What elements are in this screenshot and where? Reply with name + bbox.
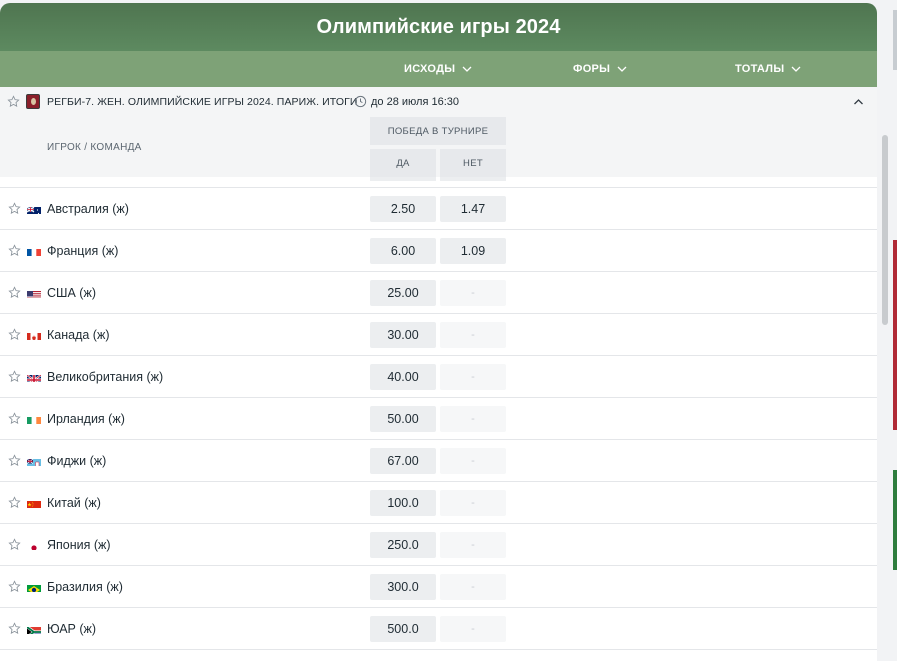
odd-no-button[interactable]: 1.09: [440, 238, 506, 264]
star-icon[interactable]: [8, 412, 21, 430]
tab-outcomes[interactable]: ИСХОДЫ: [404, 51, 473, 87]
side-banner-edge: [893, 470, 897, 570]
star-icon[interactable]: [8, 622, 21, 640]
chevron-down-icon: [617, 66, 627, 72]
tab-outcomes-label: ИСХОДЫ: [404, 63, 456, 75]
odd-yes-button[interactable]: 67.00: [370, 448, 436, 474]
table-row: ЮАР (ж) 500.0-: [0, 608, 877, 650]
team-name[interactable]: Канада (ж): [47, 328, 110, 342]
team-name[interactable]: Франция (ж): [47, 244, 118, 258]
table-row: Ирландия (ж) 50.00-: [0, 398, 877, 440]
odd-no-button: -: [440, 322, 506, 348]
star-icon[interactable]: [8, 370, 21, 388]
odd-no-button: -: [440, 280, 506, 306]
flag-ca-icon: [27, 330, 41, 340]
chevron-down-icon: [462, 66, 472, 72]
table-row: Фиджи (ж) 67.00-: [0, 440, 877, 482]
flag-fr-icon: [27, 246, 41, 256]
team-name[interactable]: Австралия (ж): [47, 202, 129, 216]
team-name[interactable]: Великобритания (ж): [47, 370, 163, 384]
tab-totals-label: ТОТАЛЫ: [735, 63, 785, 75]
rugby-flag-icon: [26, 94, 40, 109]
flag-cn-icon: [27, 498, 41, 508]
team-name[interactable]: Китай (ж): [47, 496, 101, 510]
star-icon[interactable]: [8, 244, 21, 262]
page-header: Олимпийские игры 2024: [0, 3, 877, 51]
odd-no-button: -: [440, 490, 506, 516]
header-spacer: [0, 177, 877, 188]
odd-yes-button[interactable]: 100.0: [370, 490, 436, 516]
flag-ie-icon: [27, 414, 41, 424]
star-icon[interactable]: [8, 328, 21, 346]
odd-yes-button[interactable]: 50.00: [370, 406, 436, 432]
flag-jp-icon: [27, 540, 41, 550]
odd-yes-button[interactable]: 2.50: [370, 196, 436, 222]
no-column-label: НЕТ: [440, 149, 506, 177]
team-name[interactable]: США (ж): [47, 286, 96, 300]
star-icon[interactable]: [8, 286, 21, 304]
yes-column-label: ДА: [370, 149, 436, 177]
star-icon[interactable]: [8, 454, 21, 472]
page-title: Олимпийские игры 2024: [316, 15, 561, 38]
odd-no-button: -: [440, 532, 506, 558]
team-name[interactable]: ЮАР (ж): [47, 622, 96, 636]
table-row: Япония (ж) 250.0-: [0, 524, 877, 566]
odd-no-button: -: [440, 448, 506, 474]
odd-no-button: -: [440, 616, 506, 642]
event-time: до 28 июля 16:30: [371, 96, 459, 108]
star-icon[interactable]: [7, 95, 20, 108]
market-tabs: ИСХОДЫ ФОРЫ ТОТАЛЫ: [0, 51, 877, 87]
team-name[interactable]: Бразилия (ж): [47, 580, 123, 594]
odd-yes-button[interactable]: 6.00: [370, 238, 436, 264]
team-list: Австралия (ж) 2.50 1.47 Франция (ж) 6.00 1.09…: [0, 188, 877, 650]
odd-yes-button[interactable]: 500.0: [370, 616, 436, 642]
table-row: Австралия (ж) 2.50 1.47: [0, 188, 877, 230]
tab-handicaps-label: ФОРЫ: [573, 63, 611, 75]
odd-yes-button[interactable]: 300.0: [370, 574, 436, 600]
odd-yes-button[interactable]: 25.00: [370, 280, 436, 306]
flag-au-icon: [27, 204, 41, 214]
table-row: Канада (ж) 30.00-: [0, 314, 877, 356]
odd-yes-button[interactable]: 250.0: [370, 532, 436, 558]
side-panel-edge: [893, 10, 897, 70]
team-name[interactable]: Япония (ж): [47, 538, 111, 552]
table-row: Великобритания (ж) 40.00-: [0, 356, 877, 398]
flag-br-icon: [27, 582, 41, 592]
odd-yes-button[interactable]: 30.00: [370, 322, 436, 348]
odd-yes-button[interactable]: 40.00: [370, 364, 436, 390]
table-row: США (ж) 25.00-: [0, 272, 877, 314]
star-icon[interactable]: [8, 538, 21, 556]
event-title[interactable]: РЕГБИ-7. ЖЕН. ОЛИМПИЙСКИЕ ИГРЫ 2024. ПАР…: [47, 96, 358, 108]
market-group-label: ПОБЕДА В ТУРНИРЕ: [370, 117, 506, 145]
table-row: Бразилия (ж) 300.0-: [0, 566, 877, 608]
player-column-label: ИГРОК / КОМАНДА: [47, 142, 142, 153]
flag-us-icon: [27, 288, 41, 298]
scrollbar-thumb[interactable]: [882, 135, 888, 325]
star-icon[interactable]: [8, 496, 21, 514]
chevron-up-icon[interactable]: [852, 96, 865, 108]
flag-fj-icon: [27, 456, 41, 466]
tab-totals[interactable]: ТОТАЛЫ: [735, 51, 802, 87]
event-panel: Олимпийские игры 2024 ИСХОДЫ ФОРЫ ТОТАЛЫ…: [0, 3, 877, 661]
clock-icon: [354, 95, 367, 108]
odd-no-button: -: [440, 364, 506, 390]
table-row: Китай (ж) 100.0-: [0, 482, 877, 524]
team-name[interactable]: Ирландия (ж): [47, 412, 125, 426]
team-name[interactable]: Фиджи (ж): [47, 454, 106, 468]
event-header: РЕГБИ-7. ЖЕН. ОЛИМПИЙСКИЕ ИГРЫ 2024. ПАР…: [0, 87, 877, 117]
odd-no-button[interactable]: 1.47: [440, 196, 506, 222]
side-banner-edge: [893, 240, 897, 430]
table-row: Франция (ж) 6.00 1.09: [0, 230, 877, 272]
tab-handicaps[interactable]: ФОРЫ: [573, 51, 628, 87]
star-icon[interactable]: [8, 580, 21, 598]
odd-no-button: -: [440, 406, 506, 432]
column-header: ИГРОК / КОМАНДА ПОБЕДА В ТУРНИРЕ ДА НЕТ: [0, 117, 877, 177]
flag-gb-icon: [27, 372, 41, 382]
flag-za-icon: [27, 624, 41, 634]
star-icon[interactable]: [8, 202, 21, 220]
odd-no-button: -: [440, 574, 506, 600]
chevron-down-icon: [791, 66, 801, 72]
